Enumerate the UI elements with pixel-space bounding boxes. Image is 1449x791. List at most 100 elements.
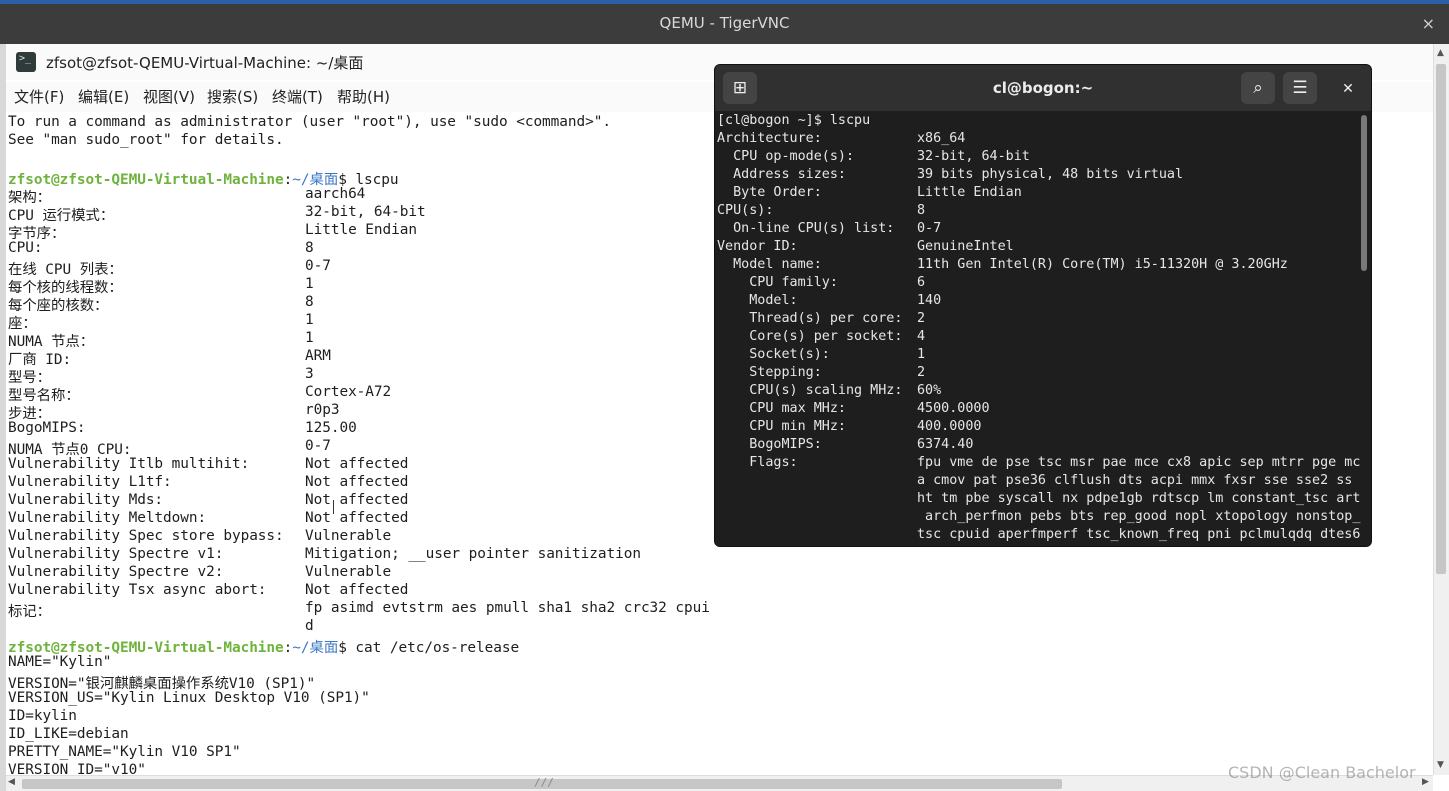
- field-key: Vendor ID:: [717, 239, 798, 254]
- scroll-left-icon[interactable]: ◀: [8, 777, 15, 787]
- gnome-terminal-window: ⊞ cl@bogon:~ ⌕ ☰ ✕ [cl@bogon ~]$ lscpu Ar…: [714, 64, 1372, 547]
- field-value: arch_perfmon pebs bts rep_good nopl xtop…: [917, 509, 1361, 524]
- gnome-terminal-line: [cl@bogon ~]$ lscpu: [717, 113, 1357, 131]
- field-key: Architecture:: [717, 131, 822, 146]
- terminal-line: To run a command as administrator (user …: [8, 114, 611, 130]
- vertical-scrollbar[interactable]: ▲ ▼: [1433, 44, 1449, 775]
- horizontal-scrollbar[interactable]: ◀ /// ▶: [6, 775, 1433, 791]
- field-value: Vulnerable: [305, 528, 392, 544]
- menu-terminal[interactable]: 终端(T): [272, 86, 323, 107]
- terminal-line: Vulnerability Mds: Not affected: [8, 492, 408, 510]
- gnome-terminal-line: Byte Order: Little Endian: [717, 185, 1357, 203]
- menu-view[interactable]: 视图(V): [143, 86, 195, 107]
- field-key: Socket(s):: [717, 347, 830, 362]
- terminal-line: 每个核的线程数： 1: [8, 276, 314, 296]
- field-key: CPU:: [8, 240, 43, 256]
- terminal-line: NUMA 节点： 1: [8, 330, 314, 350]
- search-icon[interactable]: ⌕: [1241, 72, 1275, 104]
- field-value: 60%: [917, 383, 942, 398]
- vnc-titlebar: QEMU - TigerVNC ×: [0, 0, 1449, 44]
- terminal-line: NUMA 节点0 CPU: 0-7: [8, 438, 331, 458]
- gnome-terminal-line: CPU op-mode(s): 32-bit, 64-bit: [717, 149, 1357, 167]
- gnome-terminal-line: CPU family: 6: [717, 275, 1357, 293]
- field-value: tsc cpuid aperfmperf tsc_known_freq pni …: [917, 527, 1361, 542]
- field-value: 3: [305, 366, 314, 382]
- close-icon[interactable]: ✕: [1336, 77, 1360, 101]
- gnome-terminal-line: CPU max MHz: 4500.0000: [717, 401, 1357, 419]
- terminal-line: Vulnerability Spectre v2: Vulnerable: [8, 564, 391, 582]
- field-value: x86_64: [917, 131, 966, 146]
- field-value: 11th Gen Intel(R) Core(TM) i5-11320H @ 3…: [917, 257, 1288, 272]
- scroll-down-icon[interactable]: ▼: [1437, 760, 1444, 770]
- terminal-line: Vulnerability Itlb multihit: Not affected: [8, 456, 408, 474]
- field-value: fp asimd evtstrm aes pmull sha1 sha2 crc…: [305, 600, 710, 616]
- field-key: Model name:: [717, 257, 822, 272]
- terminal-line: Vulnerability Tsx async abort: Not affect…: [8, 582, 408, 600]
- field-value: 140: [917, 293, 942, 308]
- field-value: 400.0000: [917, 419, 982, 434]
- field-key: CPU(s):: [717, 203, 774, 218]
- field-key: Model:: [717, 293, 798, 308]
- gnome-terminal-line: CPU(s): 8: [717, 203, 1357, 221]
- gnome-terminal-line: BogoMIPS: 6374.40: [717, 437, 1357, 455]
- prompt-path: ~/桌面: [292, 640, 339, 656]
- terminal-line: 厂商 ID: ARM: [8, 348, 331, 368]
- hamburger-menu-icon[interactable]: ☰: [1283, 72, 1317, 104]
- scroll-up-icon[interactable]: ▲: [1437, 48, 1444, 58]
- terminal-line: See "man sudo_root" for details.: [8, 132, 284, 148]
- terminal-line: Vulnerability Spectre v1: Mitigation; __u…: [8, 546, 641, 564]
- field-key: CPU max MHz:: [717, 401, 846, 416]
- gnome-terminal-line: tsc cpuid aperfmperf tsc_known_freq pni …: [717, 527, 1361, 545]
- field-value: 125.00: [305, 420, 357, 436]
- terminal-line: CPU: 8: [8, 240, 314, 258]
- terminal-line: 型号： 3: [8, 366, 314, 386]
- terminal-line: 架构： aarch64: [8, 186, 365, 206]
- field-value: 4500.0000: [917, 401, 990, 416]
- field-value: 0-7: [917, 221, 942, 236]
- field-value: 1: [305, 312, 314, 328]
- menu-help[interactable]: 帮助(H): [337, 86, 390, 107]
- vnc-close-icon[interactable]: ×: [1422, 14, 1435, 33]
- terminal-line: NAME="Kylin": [8, 654, 112, 670]
- field-value: Not affected: [305, 582, 409, 598]
- terminal-line: 型号名称： Cortex-A72: [8, 384, 391, 404]
- field-key: Vulnerability Meltdown:: [8, 510, 207, 526]
- field-value: r0p3: [305, 402, 340, 418]
- vertical-scroll-thumb[interactable]: [1436, 64, 1446, 574]
- menu-file[interactable]: 文件(F): [14, 86, 64, 107]
- gnome-terminal-line: On-line CPU(s) list: 0-7: [717, 221, 1357, 239]
- gnome-terminal-line: a cmov pat pse36 clflush dts acpi mmx fx…: [717, 473, 1357, 491]
- gnome-terminal-line: CPU(s) scaling MHz: 60%: [717, 383, 1357, 401]
- terminal-line: 标记： fp asimd evtstrm aes pmull sha1 sha2 …: [8, 600, 710, 620]
- prompt-command: $ cat /etc/os-release: [338, 640, 520, 656]
- gnome-terminal-output[interactable]: [cl@bogon ~]$ lscpu Architecture: x86_64 C…: [715, 111, 1371, 546]
- field-value: Not affected: [305, 492, 409, 508]
- terminal-line: ID=kylin: [8, 708, 77, 724]
- field-value: Little Endian: [305, 222, 417, 238]
- vnc-window-title: QEMU - TigerVNC: [659, 14, 790, 32]
- field-key: Stepping:: [717, 365, 822, 380]
- field-value: 6374.40: [917, 437, 974, 452]
- scroll-right-icon[interactable]: ▶: [1422, 777, 1429, 787]
- terminal-line: 在线 CPU 列表： 0-7: [8, 258, 331, 278]
- terminal-line: CPU 运行模式： 32-bit, 64-bit: [8, 204, 426, 224]
- field-value: 2: [917, 365, 926, 380]
- field-key: 标记：: [8, 604, 52, 620]
- field-key: CPU min MHz:: [717, 419, 846, 434]
- terminal-line: VERSION_US="Kylin Linux Desktop V10 (SP1…: [8, 690, 370, 706]
- field-key: Vulnerability Itlb multihit:: [8, 456, 250, 472]
- terminal-line: VERSION="银河麒麟桌面操作系统V10 (SP1)": [8, 676, 316, 692]
- terminal-line: BogoMIPS: 125.00: [8, 420, 357, 438]
- gnome-terminal-line: arch_perfmon pebs bts rep_good nopl xtop…: [717, 509, 1361, 527]
- terminal-line: 座： 1: [8, 312, 314, 332]
- gnome-terminal-line: Flags: fpu vme de pse tsc msr pae mce cx8…: [717, 455, 1360, 473]
- field-value: 8: [305, 294, 314, 310]
- menu-edit[interactable]: 编辑(E): [78, 86, 129, 107]
- gnome-scroll-thumb[interactable]: [1361, 115, 1367, 271]
- field-key: Flags:: [717, 455, 798, 470]
- field-key: BogoMIPS:: [8, 420, 86, 436]
- menu-search[interactable]: 搜索(S): [207, 86, 258, 107]
- field-value: 32-bit, 64-bit: [305, 204, 426, 220]
- field-key: [cl@bogon ~]$ lscpu: [717, 113, 871, 128]
- field-key: Vulnerability Spectre v2:: [8, 564, 224, 580]
